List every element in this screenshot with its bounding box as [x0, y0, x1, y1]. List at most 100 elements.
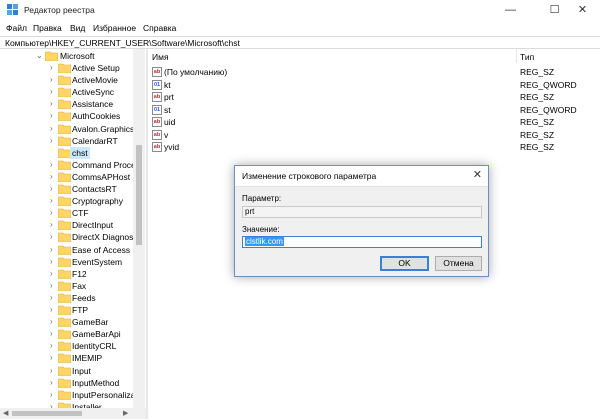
tree-item[interactable]: › InputMethod — [0, 377, 134, 389]
close-button[interactable]: ✕ — [560, 0, 600, 20]
tree-item[interactable]: › Feeds — [0, 292, 134, 304]
folder-icon — [58, 366, 71, 376]
tree-item[interactable]: › Installer — [0, 401, 134, 408]
value-data-text[interactable]: clstlik.com — [245, 237, 284, 246]
ok-button[interactable]: OK — [380, 256, 429, 271]
dialog-close-icon[interactable]: ✕ — [473, 168, 482, 181]
tree-item[interactable]: › Cryptography — [0, 195, 134, 207]
minimize-button[interactable]: — — [488, 0, 533, 20]
folder-icon — [58, 390, 71, 400]
tree-item[interactable]: › EventSystem — [0, 256, 134, 268]
column-name-header[interactable]: Имя — [152, 52, 169, 62]
chevron-right-icon[interactable]: › — [50, 269, 53, 278]
tree-item[interactable]: › ContactsRT — [0, 183, 134, 195]
chevron-right-icon[interactable]: › — [50, 172, 53, 181]
folder-icon — [58, 281, 71, 291]
binary-value-icon: 01 — [152, 104, 162, 115]
menu-view[interactable]: Вид — [70, 23, 85, 33]
list-item[interactable]: ab prt REG_SZ — [148, 91, 600, 103]
chevron-right-icon[interactable]: › — [50, 341, 53, 350]
tree-item[interactable]: › FTP — [0, 304, 134, 316]
tree-item-microsoft[interactable]: ⌄ Microsoft — [0, 50, 134, 62]
chevron-right-icon[interactable]: › — [50, 111, 53, 120]
chevron-down-icon[interactable]: ⌄ — [36, 51, 43, 60]
tree-item[interactable]: › Command Proce — [0, 159, 136, 171]
tree-item[interactable]: chst — [0, 146, 134, 159]
tree-item[interactable]: › GameBar — [0, 316, 134, 328]
chevron-right-icon[interactable]: › — [50, 317, 53, 326]
chevron-right-icon[interactable]: › — [50, 390, 53, 399]
chevron-right-icon[interactable]: › — [50, 160, 53, 169]
tree-item[interactable]: › Active Setup — [0, 62, 134, 74]
tree-item[interactable]: › GameBarApi — [0, 328, 134, 340]
tree-item[interactable]: › ActiveMovie — [0, 74, 134, 86]
menu-help[interactable]: Справка — [143, 23, 176, 33]
address-bar[interactable]: Компьютер\HKEY_CURRENT_USER\Software\Mic… — [0, 36, 600, 49]
chevron-right-icon[interactable]: › — [50, 63, 53, 72]
tree-item[interactable]: › Ease of Access — [0, 244, 134, 256]
list-item[interactable]: ab v REG_SZ — [148, 129, 600, 141]
tree-item[interactable]: › DirectX Diagnosti — [0, 231, 138, 243]
scroll-left-icon[interactable]: ◀ — [3, 409, 8, 417]
value-name: st — [164, 104, 171, 115]
tree-horizontal-scrollbar[interactable]: ◀ ▶ — [0, 408, 146, 419]
scroll-right-icon[interactable]: ▶ — [123, 409, 128, 417]
chevron-right-icon[interactable]: › — [50, 305, 53, 314]
chevron-right-icon[interactable]: › — [50, 87, 53, 96]
chevron-right-icon[interactable]: › — [50, 232, 53, 241]
chevron-right-icon[interactable]: › — [50, 245, 53, 254]
chevron-right-icon[interactable]: › — [50, 184, 53, 193]
tree-item[interactable]: › Assistance — [0, 98, 134, 110]
list-item[interactable]: ab uid REG_SZ — [148, 116, 600, 128]
chevron-right-icon[interactable]: › — [50, 366, 53, 375]
column-type-header[interactable]: Тип — [520, 52, 534, 62]
value-name: uid — [164, 117, 176, 127]
list-item[interactable]: 01 kt REG_QWORD — [148, 79, 600, 91]
scroll-thumb[interactable] — [136, 145, 142, 245]
tree-item[interactable]: › CommsAPHost — [0, 171, 134, 183]
list-item[interactable]: ab yvid REG_SZ — [148, 141, 600, 153]
chevron-right-icon[interactable]: › — [50, 196, 53, 205]
chevron-right-icon[interactable]: › — [50, 220, 53, 229]
column-separator[interactable] — [516, 49, 517, 63]
cancel-button[interactable]: Отмена — [435, 256, 482, 271]
key-tree: ⌄ Microsoft › Active Setup › ActiveMovie › Ac… — [0, 49, 146, 408]
tree-item[interactable]: › DirectInput — [0, 219, 134, 231]
tree-item[interactable]: › CalendarRT — [0, 135, 134, 147]
folder-icon — [58, 184, 71, 194]
chevron-right-icon[interactable]: › — [50, 329, 53, 338]
chevron-right-icon[interactable]: › — [50, 75, 53, 84]
folder-icon — [58, 75, 71, 86]
tree-item[interactable]: › IMEMIP — [0, 352, 134, 364]
list-item[interactable]: ab (По умолчанию) REG_SZ — [148, 66, 600, 78]
menu-favorites[interactable]: Избранное — [93, 23, 136, 33]
chevron-right-icon[interactable]: › — [50, 257, 53, 266]
list-item[interactable]: 01st REG_QWORD — [148, 104, 600, 116]
chevron-right-icon[interactable]: › — [50, 281, 53, 290]
tree-item[interactable]: › F12 — [0, 268, 134, 280]
tree-item[interactable]: › AuthCookies — [0, 110, 134, 122]
chevron-right-icon[interactable]: › — [50, 124, 53, 133]
registry-editor-icon — [7, 4, 18, 15]
menu-file[interactable]: Файл — [6, 23, 27, 33]
string-value-icon: ab — [152, 142, 162, 152]
tree-item[interactable]: › InputPersonalizat — [0, 389, 138, 401]
chevron-right-icon[interactable]: › — [50, 378, 53, 387]
tree-vertical-scrollbar[interactable] — [133, 49, 145, 408]
folder-icon — [58, 99, 71, 110]
tree-item[interactable]: › Avalon.Graphics — [0, 123, 134, 135]
chevron-right-icon[interactable]: › — [50, 293, 53, 302]
tree-item[interactable]: › Input — [0, 365, 134, 377]
chevron-right-icon[interactable]: › — [50, 353, 53, 362]
chevron-right-icon[interactable]: › — [50, 136, 53, 145]
chevron-right-icon[interactable]: › — [50, 208, 53, 217]
chevron-right-icon[interactable]: › — [50, 99, 53, 108]
scroll-thumb[interactable] — [12, 411, 82, 416]
tree-item[interactable]: › ActiveSync — [0, 86, 134, 98]
menu-edit[interactable]: Правка — [33, 23, 62, 33]
tree-item[interactable]: › Fax — [0, 280, 134, 292]
tree-item[interactable]: › CTF — [0, 207, 134, 219]
address-path[interactable]: Компьютер\HKEY_CURRENT_USER\Software\Mic… — [5, 38, 240, 48]
value-data-input[interactable]: clstlik.com — [242, 236, 482, 248]
tree-item[interactable]: › IdentityCRL — [0, 340, 134, 352]
